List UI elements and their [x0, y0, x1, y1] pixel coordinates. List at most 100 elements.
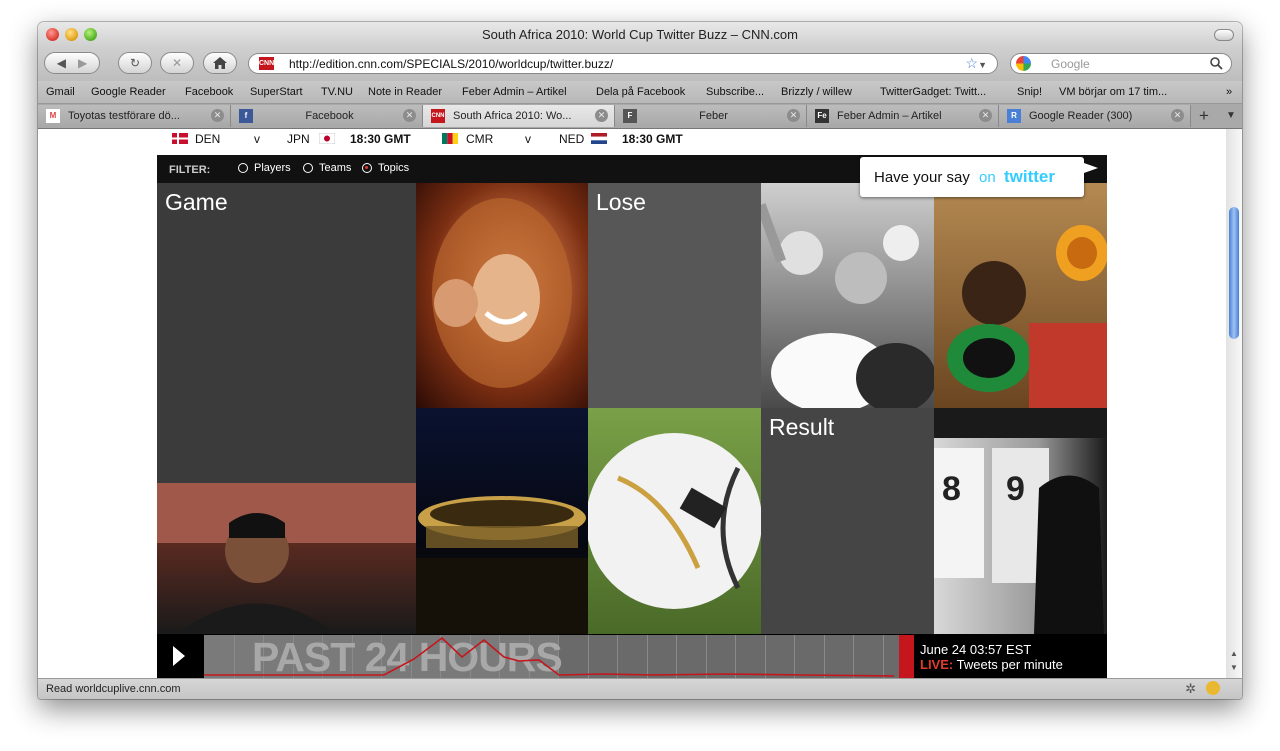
- search-placeholder: Google: [1051, 57, 1090, 71]
- match-time: 18:30 GMT: [350, 132, 411, 146]
- back-forward-buttons[interactable]: ◀ ▶: [44, 52, 100, 74]
- football-photo: [588, 433, 761, 609]
- forward-arrow-icon[interactable]: ▶: [78, 56, 87, 70]
- tab[interactable]: F Feber ✕: [615, 105, 807, 127]
- filter-option-label[interactable]: Topics: [378, 162, 409, 174]
- toolbar-toggle-button[interactable]: [1214, 29, 1234, 41]
- google-reader-favicon: R: [1007, 109, 1021, 123]
- bookmark-item[interactable]: Google Reader: [91, 86, 166, 98]
- tab[interactable]: M Toyotas testförare dö... ✕: [38, 105, 231, 127]
- reload-button[interactable]: ↻: [118, 52, 152, 74]
- tab-close-icon[interactable]: ✕: [595, 109, 608, 122]
- firebug-icon[interactable]: ✲: [1185, 681, 1196, 697]
- back-arrow-icon[interactable]: ◀: [57, 56, 66, 70]
- denmark-flag-icon: [172, 133, 188, 144]
- magnifier-icon[interactable]: [1210, 57, 1223, 70]
- bookmarks-overflow-icon[interactable]: »: [1226, 86, 1232, 98]
- tab[interactable]: R Google Reader (300) ✕: [999, 105, 1191, 127]
- tab-list-icon[interactable]: ▼: [1220, 105, 1242, 127]
- bookmark-item[interactable]: Subscribe...: [706, 86, 764, 98]
- twitter-prompt-on: on: [979, 169, 996, 186]
- filter-option-label[interactable]: Teams: [319, 162, 351, 174]
- scroll-up-arrow-icon[interactable]: ▲: [1230, 649, 1238, 658]
- svg-text:9: 9: [1006, 470, 1025, 508]
- bookmark-item[interactable]: Brizzly / willew: [781, 86, 852, 98]
- bookmark-item[interactable]: VM börjar om 17 tim...: [1059, 86, 1167, 98]
- photo-tile-jerseys[interactable]: 8 9: [934, 408, 1107, 634]
- tab-close-icon[interactable]: ✕: [979, 109, 992, 122]
- match-ticker: DEN v JPN 18:30 GMT CMR v NED 18:30 GMT: [157, 129, 1107, 148]
- bookmark-item[interactable]: Gmail: [46, 86, 75, 98]
- tab-label: Facebook: [305, 110, 354, 122]
- photo-tile-vuvuzela[interactable]: [934, 183, 1107, 408]
- title-bar: South Africa 2010: World Cup Twitter Buz…: [38, 22, 1242, 48]
- address-bar[interactable]: CNN http://edition.cnn.com/SPECIALS/2010…: [248, 53, 998, 74]
- reload-icon: ↻: [129, 56, 141, 70]
- photo-tile-coach[interactable]: [157, 483, 416, 634]
- google-search-engine-icon[interactable]: [1016, 56, 1031, 71]
- topic-label: Lose: [596, 189, 646, 215]
- photo-tile-stadium[interactable]: [416, 408, 588, 634]
- filter-teams-radio[interactable]: [303, 163, 313, 173]
- twitter-prompt-text: Have your say: [874, 169, 970, 186]
- home-button[interactable]: [203, 52, 237, 74]
- tab-close-icon[interactable]: ✕: [1171, 109, 1184, 122]
- smiley-extension-icon[interactable]: [1206, 681, 1220, 695]
- bookmark-item[interactable]: SuperStart: [250, 86, 303, 98]
- tab-close-icon[interactable]: ✕: [787, 109, 800, 122]
- tab-close-icon[interactable]: ✕: [403, 109, 416, 122]
- filter-players-radio[interactable]: [238, 163, 248, 173]
- twitter-buzz-widget: Game Lose Result 8 9 FILTER: Players Tea…: [157, 155, 1107, 678]
- timeline-track[interactable]: PAST 24 HOURS: [204, 635, 914, 678]
- bookmark-item[interactable]: Snip!: [1017, 86, 1042, 98]
- match-away-team: NED: [559, 132, 585, 146]
- photo-tile-singer[interactable]: [416, 183, 588, 408]
- tab-close-icon[interactable]: ✕: [211, 109, 224, 122]
- timeline-info: June 24 03:57 EST LIVE: Tweets per minut…: [920, 642, 1063, 672]
- photo-tile-ball[interactable]: [588, 408, 761, 634]
- bookmark-item[interactable]: TwitterGadget: Twitt...: [880, 86, 986, 98]
- twitter-have-your-say-button[interactable]: Have your say on twitter: [860, 157, 1098, 197]
- status-text: Read worldcuplive.cnn.com: [46, 683, 181, 695]
- live-label: LIVE:: [920, 657, 954, 672]
- scroll-down-arrow-icon[interactable]: ▼: [1230, 663, 1238, 672]
- match-versus: v: [254, 132, 260, 146]
- live-text: Tweets per minute: [956, 657, 1063, 672]
- tab-active[interactable]: CNN South Africa 2010: Wo... ✕: [423, 105, 615, 127]
- status-bar: Read worldcuplive.cnn.com ✲: [38, 678, 1242, 699]
- bookmark-item[interactable]: Facebook: [185, 86, 233, 98]
- topic-tile-result[interactable]: Result: [761, 408, 934, 634]
- photo-tile-fans[interactable]: [761, 183, 934, 408]
- vertical-scrollbar[interactable]: ▲ ▼: [1226, 129, 1242, 678]
- gmail-favicon: M: [46, 109, 60, 123]
- twitter-logo: twitter: [1004, 167, 1055, 186]
- search-field[interactable]: Google: [1010, 53, 1232, 74]
- topic-tile-lose[interactable]: Lose: [588, 183, 761, 408]
- browser-window: South Africa 2010: World Cup Twitter Buz…: [38, 22, 1242, 699]
- scrollbar-thumb[interactable]: [1229, 207, 1239, 339]
- bookmark-item[interactable]: Note in Reader: [368, 86, 442, 98]
- bookmark-item[interactable]: Dela på Facebook: [596, 86, 685, 98]
- bookmark-item[interactable]: Feber Admin – Artikel: [462, 86, 567, 98]
- feber-admin-favicon: Fe: [815, 109, 829, 123]
- timeline-date: June 24 03:57 EST: [920, 642, 1032, 657]
- timeline-now-marker[interactable]: [899, 635, 914, 678]
- bookmark-item[interactable]: TV.NU: [321, 86, 353, 98]
- stop-button[interactable]: ✕: [160, 52, 194, 74]
- bookmark-star-icon[interactable]: ☆▼: [966, 55, 987, 72]
- new-tab-button[interactable]: +: [1191, 105, 1217, 127]
- tab[interactable]: f Facebook ✕: [231, 105, 423, 127]
- topic-tile-game[interactable]: Game: [157, 183, 416, 483]
- match-away-team: JPN: [287, 132, 310, 146]
- match-home-team: DEN: [195, 132, 221, 146]
- cnn-favicon: CNN: [431, 109, 445, 123]
- cameroon-flag-icon: [442, 133, 458, 144]
- filter-option-label[interactable]: Players: [254, 162, 291, 174]
- play-icon[interactable]: [173, 646, 185, 666]
- feber-favicon: F: [623, 109, 637, 123]
- filter-topics-radio[interactable]: [362, 163, 372, 173]
- url-text[interactable]: http://edition.cnn.com/SPECIALS/2010/wor…: [289, 57, 613, 71]
- tab[interactable]: Fe Feber Admin – Artikel ✕: [807, 105, 999, 127]
- tweets-per-minute-line: [204, 636, 895, 677]
- filter-label: FILTER:: [169, 164, 211, 176]
